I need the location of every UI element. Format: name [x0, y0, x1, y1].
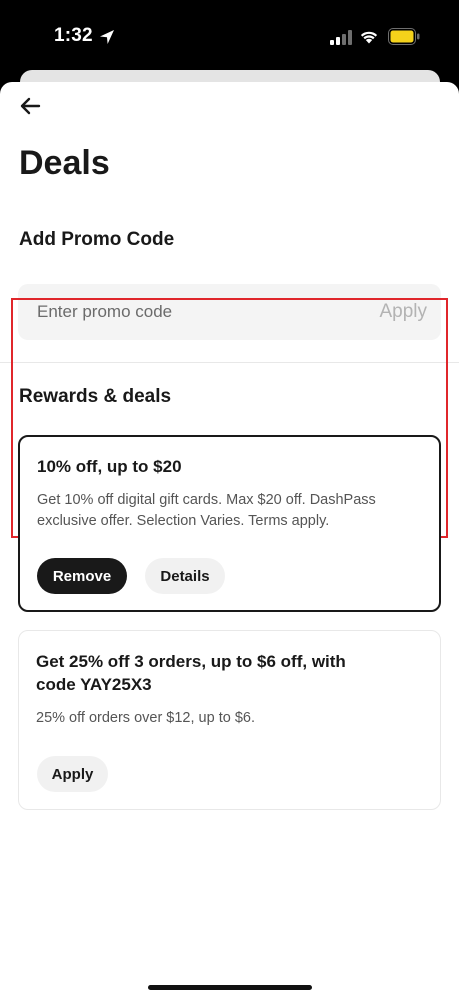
deal-title: Get 25% off 3 orders, up to $6 off, with… — [36, 652, 346, 694]
rewards-heading: Rewards & deals — [19, 386, 172, 407]
status-time: 1:32 — [54, 25, 93, 46]
apply-deal-button[interactable]: Apply — [37, 756, 108, 792]
back-button[interactable] — [14, 92, 46, 120]
remove-button[interactable]: Remove — [37, 558, 127, 594]
arrow-left-icon — [20, 97, 41, 115]
promo-code-heading: Add Promo Code — [19, 229, 175, 250]
status-bar: 1:32 — [0, 0, 459, 80]
home-indicator[interactable] — [148, 985, 312, 990]
battery-icon — [388, 28, 420, 45]
deal-description: Get 10% off digital gift cards. Max $20 … — [37, 492, 376, 529]
deal-card-selected[interactable]: 10% off, up to $20 Get 10% off digital g… — [18, 435, 441, 612]
page-title: Deals — [19, 144, 110, 182]
wifi-icon — [360, 31, 378, 44]
cellular-signal-icon — [330, 30, 352, 45]
details-button[interactable]: Details — [145, 558, 225, 594]
deal-description: 25% off orders over $12, up to $6. — [36, 710, 255, 726]
location-arrow-icon — [100, 30, 114, 44]
deal-card[interactable]: Get 25% off 3 orders, up to $6 off, with… — [18, 630, 441, 810]
deal-title: 10% off, up to $20 — [37, 457, 182, 476]
